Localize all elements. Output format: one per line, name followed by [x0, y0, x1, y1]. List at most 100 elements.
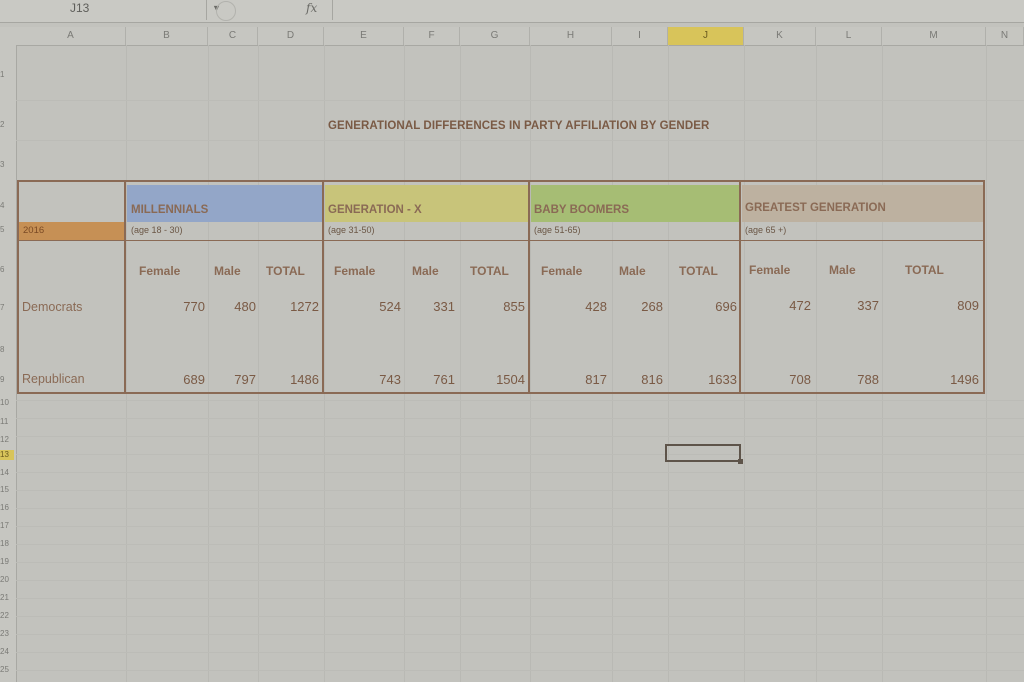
table-divider [528, 180, 530, 394]
gridline [16, 670, 1024, 671]
generation-age: (age 31-50) [328, 225, 375, 235]
data-cell[interactable]: 524 [357, 299, 401, 314]
data-cell[interactable]: 1496 [935, 372, 979, 387]
row-header[interactable]: 23 [0, 629, 14, 638]
generation-name: MILLENNIALS [131, 204, 209, 216]
generation-name: BABY BOOMERS [534, 204, 629, 216]
year-cell[interactable]: 2016 [19, 222, 124, 240]
column-header[interactable]: H [530, 27, 612, 45]
row-header[interactable]: 17 [0, 521, 14, 530]
generation-name: GREATEST GENERATION [745, 202, 886, 214]
column-header[interactable]: F [404, 27, 460, 45]
row-header[interactable]: 19 [0, 557, 14, 566]
function-icon[interactable]: fx [306, 1, 317, 15]
data-cell[interactable]: 428 [563, 299, 607, 314]
column-header-selected[interactable]: J [668, 27, 744, 45]
data-cell[interactable]: 472 [767, 298, 811, 313]
row-header[interactable]: 10 [0, 398, 14, 407]
subheader-female: Female [334, 264, 376, 278]
row-header[interactable]: 1 [0, 70, 14, 79]
row-header[interactable]: 3 [0, 160, 14, 169]
data-cell[interactable]: 855 [481, 299, 525, 314]
table-divider [124, 180, 126, 394]
gridline [16, 652, 1024, 653]
row-header[interactable]: 6 [0, 265, 14, 274]
year-label: 2016 [23, 225, 45, 236]
row-header[interactable]: 15 [0, 485, 14, 494]
formula-bar: J13 ▼ fx [0, 0, 1024, 23]
data-cell[interactable]: 817 [563, 372, 607, 387]
column-header[interactable]: E [324, 27, 404, 45]
data-cell[interactable]: 268 [619, 299, 663, 314]
column-headers: A B C D E F G H I J K L M N [0, 27, 1024, 46]
data-cell[interactable]: 743 [357, 372, 401, 387]
data-cell[interactable]: 797 [212, 372, 256, 387]
gridline [16, 580, 1024, 581]
data-cell[interactable]: 770 [161, 299, 205, 314]
table-divider [739, 180, 741, 394]
data-cell[interactable]: 708 [767, 372, 811, 387]
formula-input[interactable] [334, 0, 1024, 20]
generation-name: GENERATION - X [328, 204, 422, 216]
cancel-icon[interactable] [216, 1, 236, 21]
column-header[interactable]: K [744, 27, 816, 45]
data-cell[interactable]: 761 [411, 372, 455, 387]
column-header[interactable]: A [16, 27, 126, 45]
row-header[interactable]: 5 [0, 225, 14, 234]
row-header[interactable]: 12 [0, 435, 14, 444]
row-header[interactable]: 24 [0, 647, 14, 656]
subheader-female: Female [139, 264, 181, 278]
data-cell[interactable]: 1486 [275, 372, 319, 387]
row-header[interactable]: 16 [0, 503, 14, 512]
row-header[interactable]: 11 [0, 417, 14, 426]
data-cell[interactable]: 480 [212, 299, 256, 314]
active-cell[interactable] [665, 444, 741, 462]
data-cell[interactable]: 1504 [481, 372, 525, 387]
column-header[interactable]: G [460, 27, 530, 45]
row-header[interactable]: 18 [0, 539, 14, 548]
subheader-total: TOTAL [679, 264, 718, 278]
data-cell[interactable]: 809 [935, 298, 979, 313]
subheader-total: TOTAL [470, 264, 509, 278]
row-header-selected[interactable]: 13 [0, 450, 14, 460]
formula-controls: fx [210, 0, 333, 21]
row-header[interactable]: 20 [0, 575, 14, 584]
row-header[interactable]: 14 [0, 468, 14, 477]
column-header[interactable]: C [208, 27, 258, 45]
column-header[interactable]: I [612, 27, 668, 45]
generation-age: (age 65 +) [745, 225, 787, 235]
table-divider [17, 240, 985, 241]
data-cell[interactable]: 788 [835, 372, 879, 387]
fill-handle[interactable] [738, 459, 743, 464]
row-header[interactable]: 7 [0, 303, 14, 312]
data-cell[interactable]: 1633 [693, 372, 737, 387]
data-cell[interactable]: 816 [619, 372, 663, 387]
column-header[interactable]: B [126, 27, 208, 45]
row-label-republican: Republican [22, 372, 85, 386]
data-cell[interactable]: 337 [835, 298, 879, 313]
data-cell[interactable]: 689 [161, 372, 205, 387]
row-header[interactable]: 21 [0, 593, 14, 602]
data-cell[interactable]: 696 [693, 299, 737, 314]
row-header[interactable]: 4 [0, 201, 14, 210]
gridline [16, 598, 1024, 599]
data-cell[interactable]: 1272 [275, 299, 319, 314]
column-header[interactable]: D [258, 27, 324, 45]
row-header[interactable]: 9 [0, 375, 14, 384]
gridline [16, 544, 1024, 545]
row-header[interactable]: 8 [0, 345, 14, 354]
column-header[interactable]: N [986, 27, 1024, 45]
gridline [16, 526, 1024, 527]
row-label-democrats: Democrats [22, 300, 83, 314]
row-header[interactable]: 2 [0, 120, 14, 129]
row-header[interactable]: 22 [0, 611, 14, 620]
column-header[interactable]: M [882, 27, 986, 45]
name-box[interactable]: J13 ▼ [18, 0, 221, 20]
data-cell[interactable]: 331 [411, 299, 455, 314]
column-header[interactable]: L [816, 27, 882, 45]
row-header[interactable]: 25 [0, 665, 14, 674]
subheader-total: TOTAL [905, 263, 944, 277]
gridline [16, 454, 1024, 455]
generation-age: (age 51-65) [534, 225, 581, 235]
subheader-female: Female [541, 264, 583, 278]
